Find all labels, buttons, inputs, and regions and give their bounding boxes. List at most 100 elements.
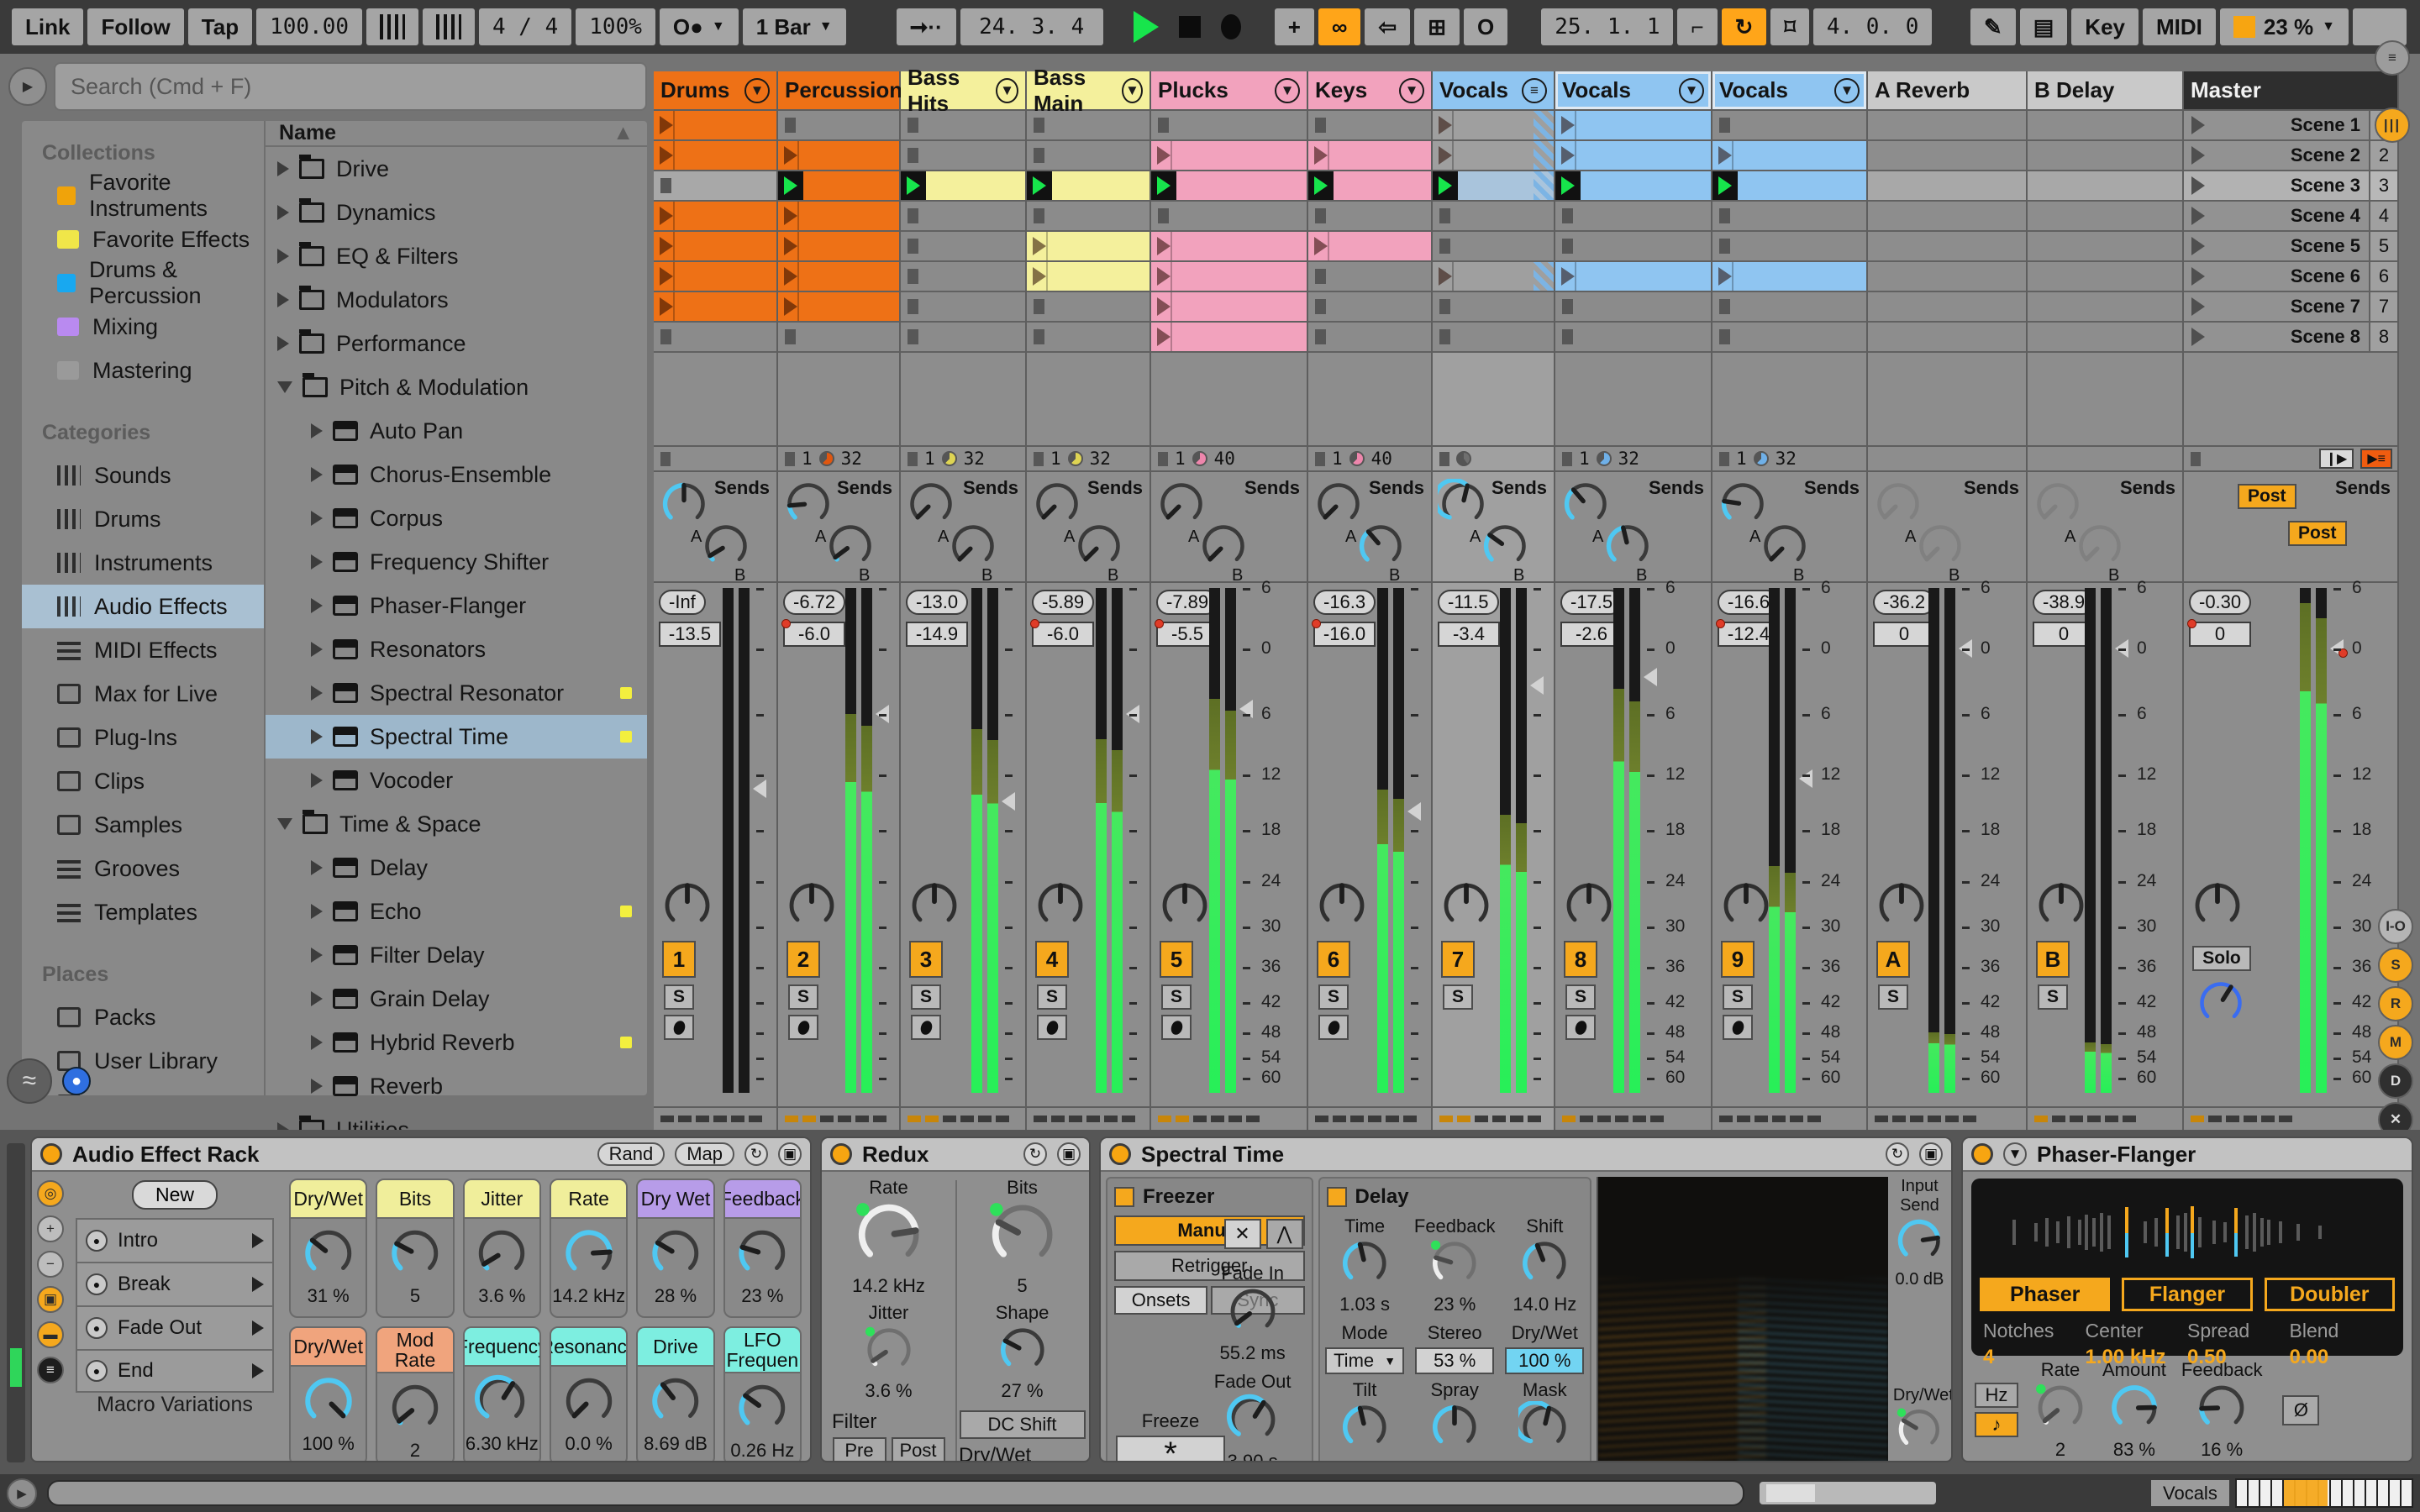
macro-knobs-icon[interactable]: ◎ — [37, 1180, 64, 1207]
tree-item-pitch-modulation[interactable]: Pitch & Modulation — [266, 365, 647, 409]
clip[interactable] — [1433, 141, 1554, 171]
track-fold-icon[interactable]: ▼ — [995, 77, 1018, 103]
volume-fader[interactable]: 6 0 6 12 18 24 30 36 42 48 54 60 — [2085, 578, 2156, 1093]
clip-slot-empty[interactable] — [1308, 323, 1431, 353]
tree-item-reverb[interactable]: Reverb — [266, 1064, 647, 1108]
clip-stop-icon[interactable] — [1315, 329, 1326, 344]
clip-play-icon[interactable] — [660, 116, 673, 134]
clip-playing[interactable] — [1555, 171, 1711, 202]
clip-stop-icon[interactable] — [1034, 299, 1044, 314]
clip-slot-empty[interactable] — [1151, 202, 1307, 232]
clip-slot-empty[interactable] — [1555, 292, 1711, 323]
pan-knob[interactable] — [2034, 879, 2088, 937]
tree-item-modulators[interactable]: Modulators — [266, 278, 647, 322]
arm-button[interactable] — [1161, 1015, 1192, 1040]
tree-item-auto-pan[interactable]: Auto Pan — [266, 409, 647, 453]
macro-name[interactable]: Feedback — [724, 1180, 800, 1219]
clip-playing[interactable] — [1151, 171, 1307, 202]
back-to-arrangement-button[interactable]: ❙▶ — [2318, 449, 2354, 469]
arm-button[interactable] — [788, 1015, 818, 1040]
tree-item-echo[interactable]: Echo — [266, 890, 647, 933]
chevron-right-icon[interactable] — [277, 161, 289, 176]
peak-level-display[interactable]: -6.72 — [783, 590, 846, 615]
clip-play-icon[interactable] — [1439, 267, 1452, 286]
tree-item-frequency-shifter[interactable]: Frequency Shifter — [266, 540, 647, 584]
arrangement-position-field[interactable]: 24. 3. 4 — [960, 8, 1103, 45]
scene-play-icon[interactable] — [2191, 207, 2205, 225]
track-header-b-delay[interactable]: B Delay — [2028, 71, 2182, 111]
clip[interactable] — [1555, 141, 1711, 171]
midi-keyboard-indicator[interactable] — [2235, 1478, 2413, 1508]
clip-play-icon[interactable] — [784, 267, 797, 286]
time-signature-field[interactable]: 4 / 4 — [479, 8, 572, 45]
delay-spray-knob[interactable] — [1428, 1404, 1481, 1457]
track-header-bass-hits[interactable]: Bass Hits ▼ — [901, 65, 1025, 116]
clip-playing[interactable] — [778, 171, 899, 202]
track-header-master[interactable]: Master — [2184, 71, 2397, 111]
tree-item-time-space[interactable]: Time & Space — [266, 802, 647, 846]
clip-slot-empty[interactable] — [778, 111, 899, 141]
peak-level-display[interactable]: -0.30 — [2189, 590, 2252, 615]
solo-button[interactable]: S — [911, 984, 941, 1010]
follow-playhead-button[interactable]: ➞·· — [896, 8, 956, 45]
sidebar-item-favorite-instruments[interactable]: Favorite Instruments — [22, 170, 264, 221]
hot-swap-icon[interactable]: ↻ — [744, 1142, 768, 1166]
save-preset-icon[interactable]: ▣ — [1919, 1142, 1943, 1166]
scene-slot-5[interactable]: Scene 5 — [2184, 232, 2369, 262]
clip-playing-icon[interactable] — [1151, 171, 1176, 200]
rack-rand-button[interactable]: Rand — [597, 1142, 666, 1166]
chevron-down-icon[interactable] — [277, 818, 292, 830]
audition-volume-icon[interactable]: ≈ — [7, 1058, 52, 1104]
jitter-knob[interactable] — [863, 1324, 915, 1380]
clip-stop-icon[interactable] — [1719, 329, 1730, 344]
variation-row-end[interactable]: ● End — [76, 1349, 274, 1393]
clip-slot-empty[interactable] — [1151, 111, 1307, 141]
chevron-right-icon[interactable] — [311, 948, 323, 963]
pan-knob[interactable] — [908, 879, 961, 937]
clip[interactable] — [778, 141, 899, 171]
tree-item-vocoder[interactable]: Vocoder — [266, 759, 647, 802]
clip[interactable] — [778, 202, 899, 232]
clip-slot-empty[interactable] — [1433, 292, 1554, 323]
clip-slot-empty[interactable] — [1712, 292, 1866, 323]
scene-slot-1[interactable]: Scene 1 — [2184, 111, 2369, 141]
clip-play-icon[interactable] — [660, 237, 673, 255]
quantize-menu[interactable]: 100% — [576, 8, 655, 45]
clip-slot-empty[interactable] — [1555, 232, 1711, 262]
fold-device-icon[interactable]: ▼ — [2003, 1142, 2027, 1166]
zoom-scrollbar[interactable] — [1760, 1482, 1936, 1504]
clip[interactable] — [1555, 262, 1711, 292]
chevron-right-icon[interactable] — [311, 423, 323, 438]
track-fold-icon[interactable]: ▼ — [744, 77, 770, 103]
clip-stop-icon[interactable] — [1719, 299, 1730, 314]
group-unfold-icon[interactable]: ≡ — [1522, 77, 1547, 103]
device-selector-strip[interactable] — [7, 1143, 25, 1462]
solo-button[interactable]: S — [1161, 984, 1192, 1010]
track-activate-button[interactable]: 2 — [786, 941, 820, 978]
filter-post-button[interactable]: Post — [891, 1437, 945, 1461]
clip-play-icon[interactable] — [784, 297, 797, 316]
clip-slot-empty[interactable] — [1433, 202, 1554, 232]
pan-knob[interactable] — [1562, 879, 1616, 937]
track-delay-toggle[interactable]: D — [2378, 1063, 2413, 1099]
fade-out-knob[interactable] — [1226, 1394, 1280, 1450]
pan-knob[interactable] — [1034, 879, 1087, 937]
clip-stop-all-icon[interactable] — [1034, 451, 1044, 466]
chevron-right-icon[interactable] — [311, 860, 323, 875]
clip-stop-all-icon[interactable] — [1315, 451, 1325, 466]
clip-stop-icon[interactable] — [1719, 118, 1730, 133]
midi-map-button[interactable]: MIDI — [2143, 8, 2216, 45]
track-activate-button[interactable]: 6 — [1317, 941, 1350, 978]
volume-field[interactable]: -16.0 — [1312, 619, 1376, 647]
clip-stop-icon[interactable] — [1034, 118, 1044, 133]
clip[interactable] — [1308, 141, 1431, 171]
clip-stop-all-icon[interactable] — [1719, 451, 1729, 466]
solo-button[interactable]: S — [1878, 984, 1908, 1010]
scene-slot-2[interactable]: Scene 2 — [2184, 141, 2369, 171]
returns-toggle[interactable]: R — [2378, 986, 2413, 1021]
clip-stop-all-icon[interactable] — [1158, 451, 1168, 466]
track-header-vocals[interactable]: Vocals ▼ — [1555, 71, 1711, 111]
param-value[interactable]: 1.00 kHz — [2086, 1346, 2188, 1369]
tree-item-spectral-resonator[interactable]: Spectral Resonator — [266, 671, 647, 715]
track-header-vocals[interactable]: Vocals ▼ — [1712, 71, 1866, 111]
